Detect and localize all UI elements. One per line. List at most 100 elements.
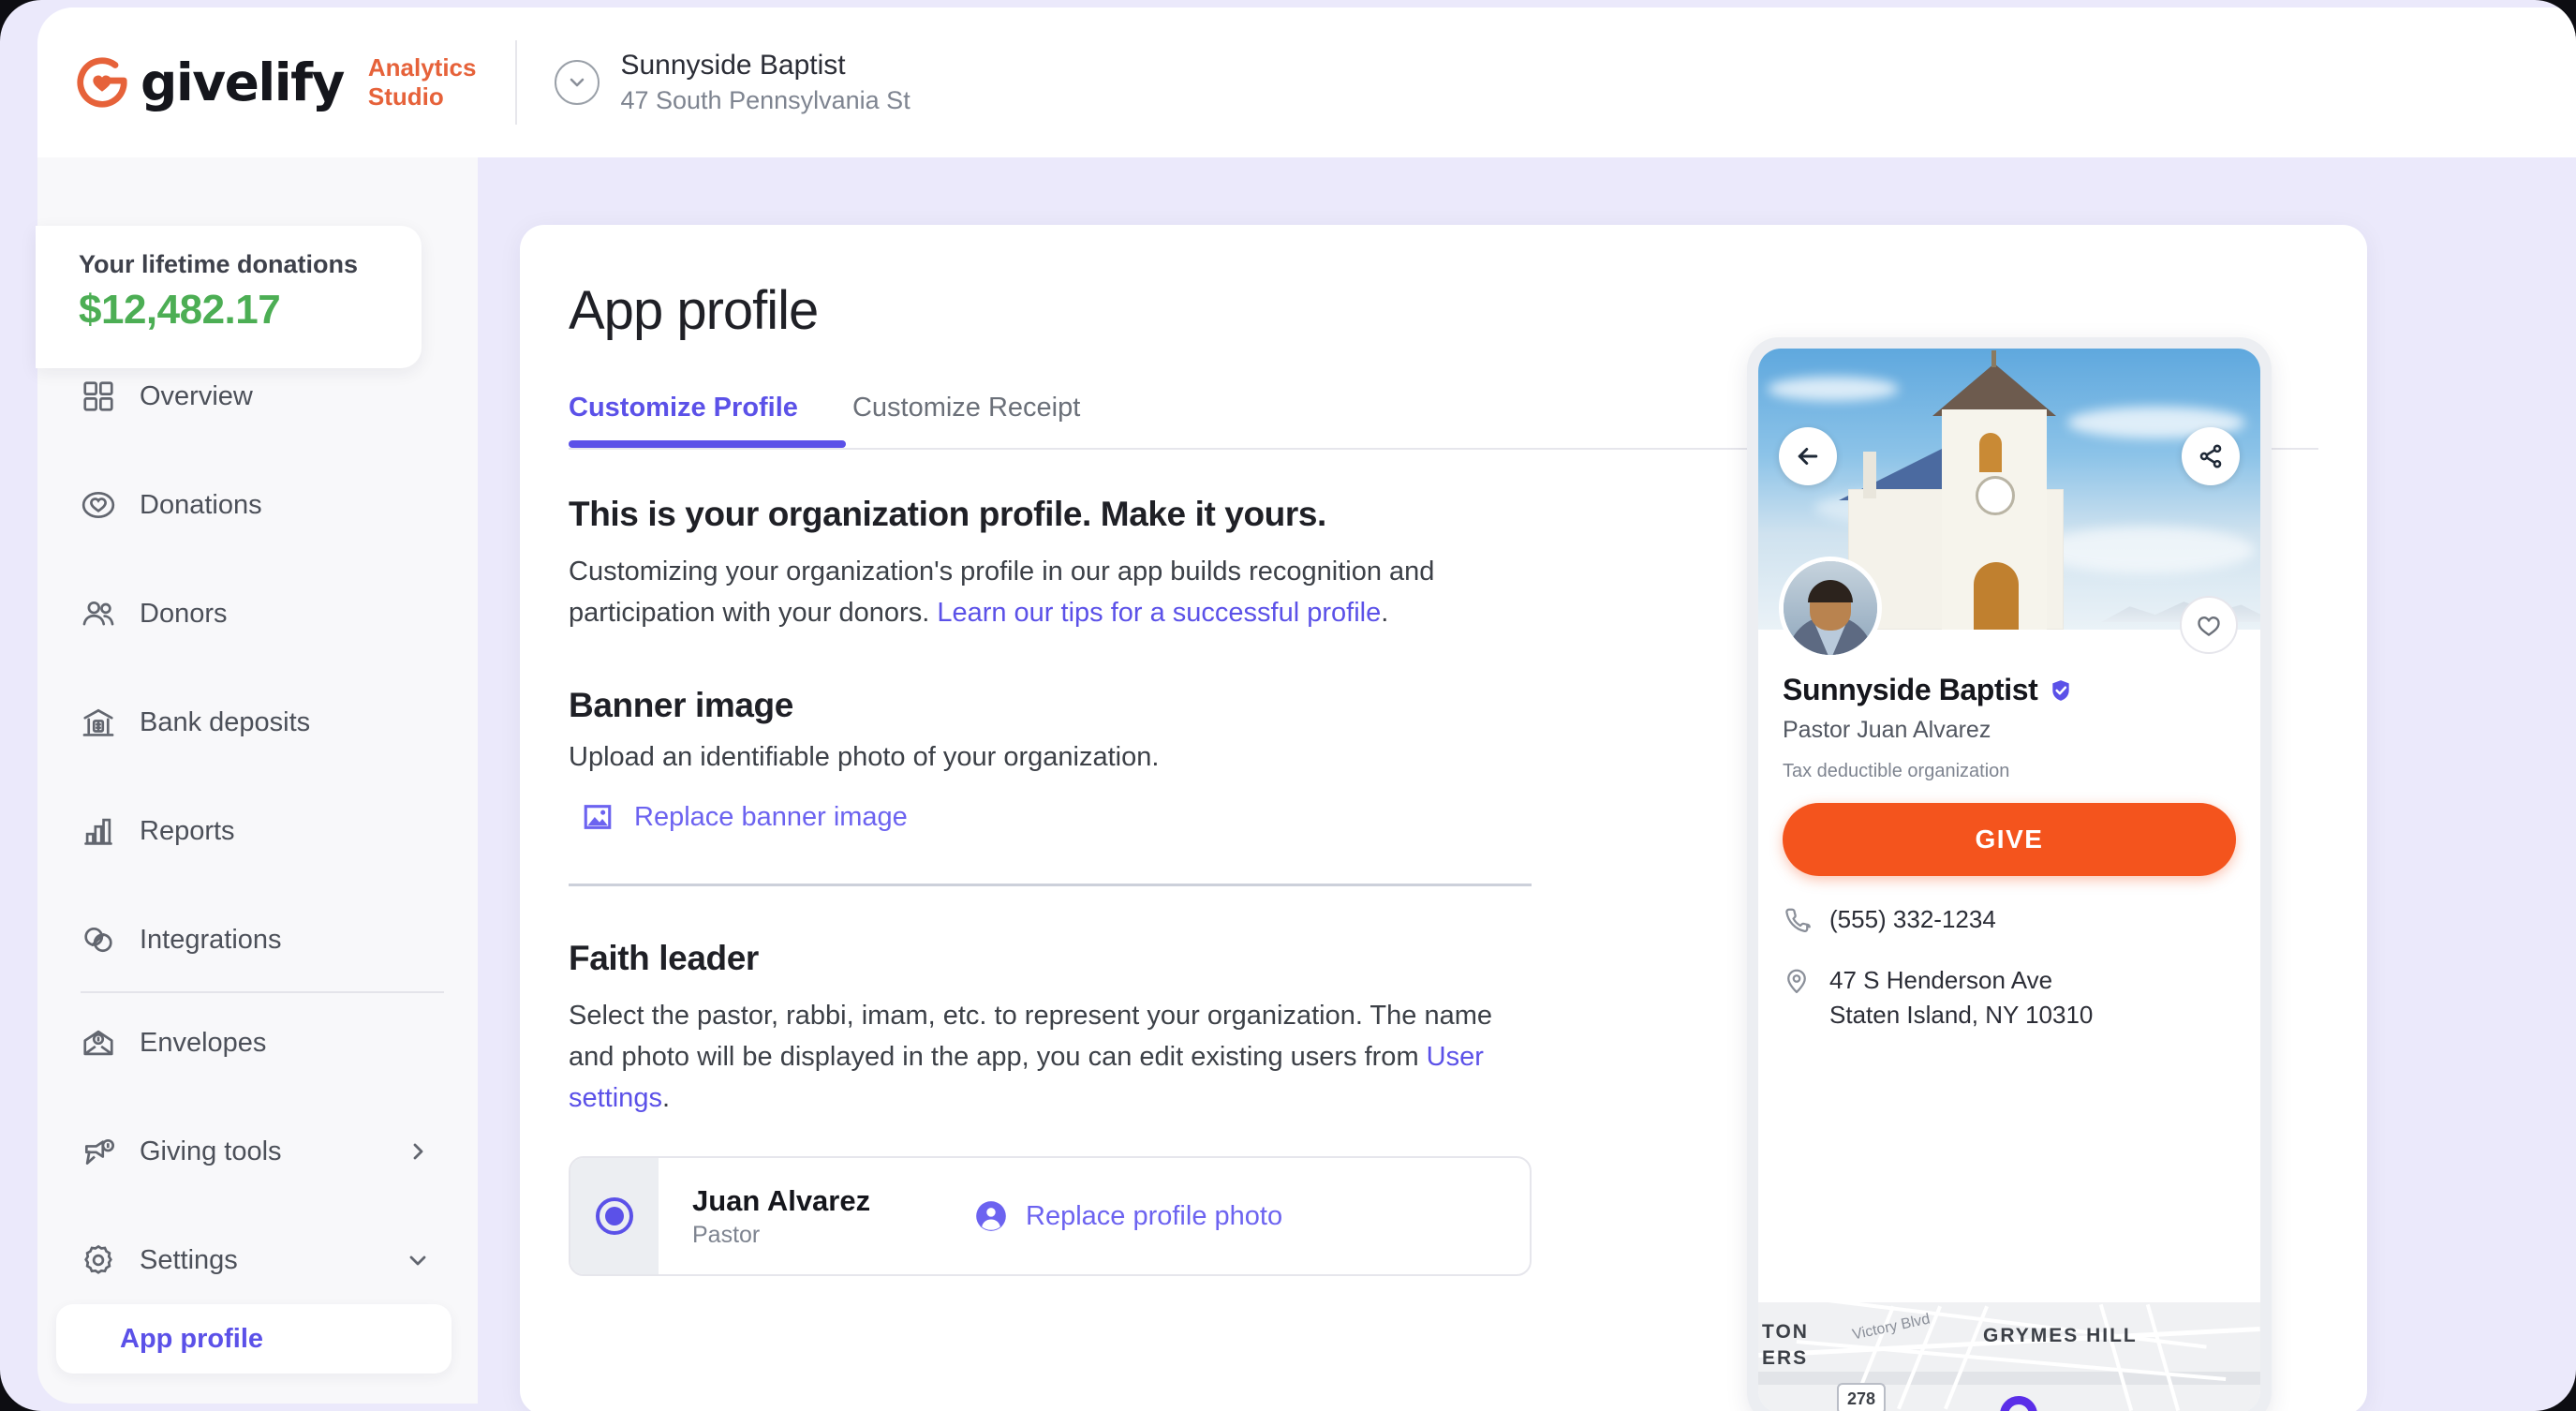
map-label-ers: ERS	[1762, 1347, 1809, 1369]
radio-selected-icon[interactable]	[596, 1197, 633, 1236]
map-marker-icon	[2000, 1396, 2037, 1411]
preview-address: 47 S Henderson Ave Staten Island, NY 103…	[1829, 963, 2093, 1032]
favorite-button[interactable]	[2180, 596, 2238, 654]
radio-cell[interactable]	[570, 1158, 659, 1275]
sidebar-item-settings[interactable]: Settings	[37, 1233, 478, 1287]
chevron-right-icon[interactable]	[407, 1140, 429, 1163]
preview-phone-row[interactable]: (555) 332-1234	[1783, 902, 2236, 937]
chevron-down-icon[interactable]	[407, 1249, 429, 1271]
org-selector[interactable]: Sunnyside Baptist 47 South Pennsylvania …	[555, 47, 910, 118]
heart-oval-icon	[81, 491, 115, 519]
lifetime-donations-card: Your lifetime donations $12,482.17	[36, 226, 422, 368]
sidebar-item-label: Envelopes	[140, 1027, 267, 1058]
people-icon	[82, 601, 114, 626]
arrow-left-icon	[1798, 448, 1818, 465]
org-name: Sunnyside Baptist	[620, 50, 846, 82]
preview-leader-line: Pastor Juan Alvarez	[1783, 717, 1991, 743]
person-circle-icon	[976, 1201, 1006, 1232]
faith-leader-option-row[interactable]: Juan Alvarez Pastor Replace profile phot…	[569, 1156, 1532, 1277]
page-title: App profile	[569, 280, 819, 341]
map-label-grymes-hill: GRYMES HILL	[1983, 1325, 2138, 1346]
org-selector-text: Sunnyside Baptist 47 South Pennsylvania …	[620, 47, 910, 118]
sidebar-item-bank-info[interactable]: Bank Info	[56, 1394, 452, 1411]
share-button[interactable]	[2182, 427, 2240, 485]
tab-customize-receipt[interactable]: Customize Receipt	[852, 393, 1080, 448]
faith-leader-heading: Faith leader	[569, 939, 759, 978]
intro-paragraph: Customizing your organization's profile …	[569, 551, 1524, 633]
sidebar-section-divider	[81, 991, 444, 993]
phone-preview: Sunnyside Baptist Pastor Juan Alvarez Ta…	[1747, 337, 2272, 1411]
preview-address-row[interactable]: 47 S Henderson Ave Staten Island, NY 103…	[1783, 963, 2236, 1032]
highway-shield-278: 278	[1837, 1383, 1886, 1411]
sidebar-item-donors[interactable]: Donors	[37, 587, 478, 641]
sidebar-item-giving-tools[interactable]: Giving tools	[37, 1124, 478, 1179]
radio-dot	[605, 1207, 624, 1226]
sidebar-item-label: Reports	[140, 815, 235, 846]
church-door	[1974, 562, 2019, 630]
sidebar-item-overview[interactable]: Overview	[37, 369, 478, 423]
faith-leader-text-after: .	[661, 1083, 671, 1114]
bank-icon	[82, 708, 114, 736]
sidebar-item-app-profile[interactable]: App profile	[56, 1304, 452, 1374]
chevron-down-circle-icon[interactable]	[555, 59, 600, 105]
intro-text-after: .	[1381, 598, 1389, 629]
preview-org-title-row: Sunnyside Baptist	[1783, 673, 2236, 707]
lifetime-donations-amount: $12,482.17	[79, 287, 281, 333]
cloud	[2039, 527, 2255, 573]
location-pin-icon	[1787, 969, 1806, 993]
intro-heading: This is your organization profile. Make …	[569, 495, 1326, 533]
section-divider	[569, 884, 1532, 887]
sidebar-item-integrations[interactable]: Integrations	[37, 913, 478, 967]
active-tab-underline	[569, 440, 846, 448]
verified-badge-icon	[2052, 679, 2070, 701]
road	[2098, 1303, 2134, 1411]
sidebar-item-bank-deposits[interactable]: Bank deposits	[37, 695, 478, 750]
link-circles-icon	[84, 927, 112, 953]
replace-banner-image-button[interactable]: Replace banner image	[569, 801, 1524, 833]
sidebar-item-reports[interactable]: Reports	[37, 804, 478, 858]
sidebar-item-label: Donors	[140, 598, 228, 629]
sidebar-item-envelopes[interactable]: Envelopes	[37, 1016, 478, 1070]
chimney	[1863, 452, 1876, 498]
phone-info-section: Sunnyside Baptist Pastor Juan Alvarez Ta…	[1758, 630, 2260, 1032]
phone-screen: Sunnyside Baptist Pastor Juan Alvarez Ta…	[1758, 349, 2260, 1411]
tower-window	[1979, 433, 2002, 472]
back-button[interactable]	[1779, 427, 1837, 485]
faith-leader-text-before: Select the pastor, rabbi, imam, etc. to …	[569, 1001, 1492, 1073]
heart-outline-icon	[2198, 616, 2220, 636]
app-root: givelify Analytics Studio Sunnyside Bapt…	[0, 0, 2576, 1411]
lifetime-donations-label: Your lifetime donations	[79, 250, 359, 278]
faith-leader-paragraph: Select the pastor, rabbi, imam, etc. to …	[569, 995, 1524, 1119]
tower-roof	[1932, 364, 2056, 416]
cloud	[1768, 377, 1899, 401]
banner-section-heading: Banner image	[569, 686, 793, 725]
give-button[interactable]: GIVE	[1783, 803, 2236, 876]
sidebar-item-donations[interactable]: Donations	[37, 478, 478, 532]
preview-tax-line: Tax deductible organization	[1783, 761, 2010, 781]
replace-profile-photo-button[interactable]: Replace profile photo	[973, 1198, 1282, 1234]
faith-leader-info: Juan Alvarez Pastor	[692, 1184, 973, 1249]
spire	[1991, 350, 1996, 367]
envelope-money-icon	[83, 1030, 113, 1056]
sidebar-item-label: Settings	[140, 1244, 238, 1275]
brand-wordmark: givelify	[141, 52, 345, 112]
settings-column: This is your organization profile. Make …	[569, 450, 1532, 1277]
tips-link[interactable]: Learn our tips for a successful profile	[937, 598, 1381, 628]
preview-mini-map[interactable]: GRYMES HILL TON ERS Victory Blvd 278	[1758, 1302, 2260, 1411]
faith-leader-role: Pastor	[692, 1221, 761, 1248]
sidebar-item-label: Overview	[140, 380, 253, 411]
sidebar-item-label: Integrations	[140, 924, 282, 955]
gear-icon	[84, 1244, 112, 1274]
preview-org-name: Sunnyside Baptist	[1783, 673, 2038, 706]
pastor-avatar	[1779, 557, 1882, 660]
bar-chart-icon	[84, 818, 112, 845]
sidebar-item-label: Donations	[140, 489, 262, 520]
product-name-line1: Analytics	[367, 53, 477, 82]
